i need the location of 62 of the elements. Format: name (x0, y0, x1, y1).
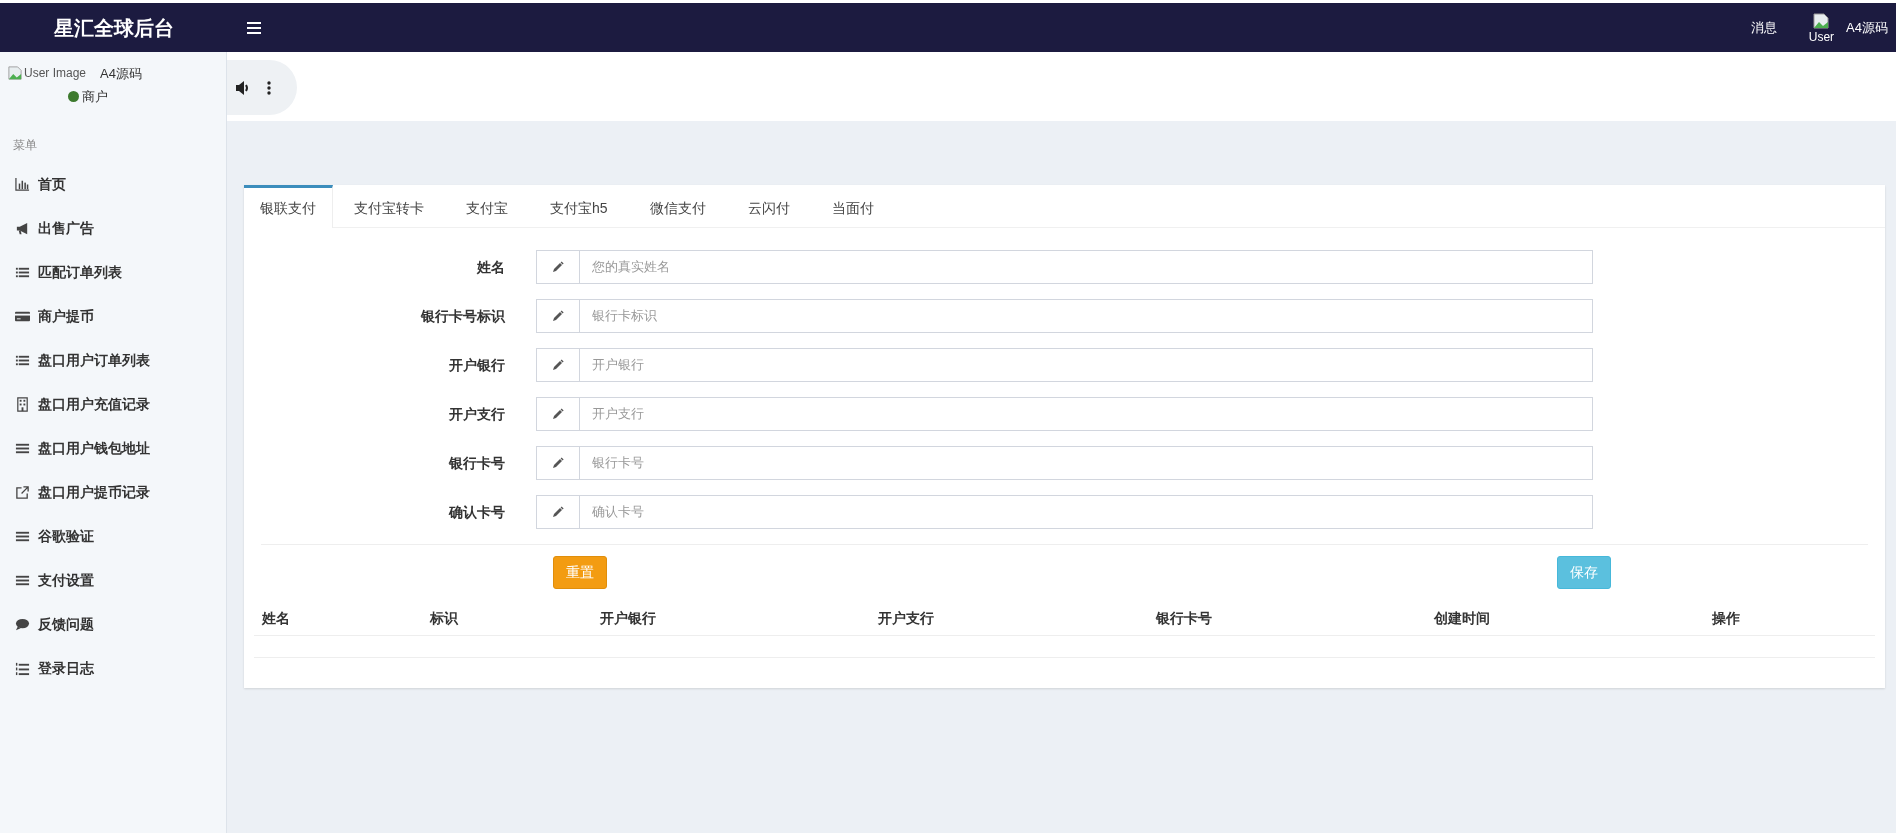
field-label: 确认卡号 (447, 502, 506, 522)
brand-logo[interactable]: 星汇全球后台 (53, 12, 174, 43)
text-input-field[interactable]: 开户支行 (580, 397, 1593, 431)
tab[interactable]: 银联支付 (244, 185, 333, 228)
bar-chart-icon (15, 176, 30, 192)
sidebar-item[interactable]: 谷歌验证 (0, 514, 226, 558)
column-header: 开户银行 (600, 608, 657, 628)
sidebar-item[interactable]: 盘口用户充值记录 (0, 382, 226, 426)
sidebar-item[interactable]: 出售广告 (0, 206, 226, 250)
field-label: 姓名 (476, 257, 506, 277)
column-header: 银行卡号 (1156, 608, 1213, 628)
numbered-list-icon (15, 660, 30, 676)
megaphone-icon (15, 220, 30, 236)
text-input-field[interactable]: 确认卡号 (580, 495, 1593, 529)
column-header: 开户支行 (878, 608, 935, 628)
column-header: 姓名 (262, 608, 291, 628)
menu-header: 菜单 (13, 138, 37, 152)
tab[interactable]: 支付宝 (445, 185, 529, 228)
messages-link[interactable]: 消息 (1750, 17, 1777, 38)
sidebar-item[interactable]: 匹配订单列表 (0, 250, 226, 294)
pencil-icon (552, 310, 564, 322)
external-link-icon (15, 484, 30, 500)
broken-image-icon (8, 66, 22, 80)
more-options-icon[interactable] (267, 80, 271, 95)
user-name[interactable]: A4源码 (1846, 17, 1888, 38)
pencil-icon (552, 457, 564, 469)
user-image-alt-text: User (1808, 30, 1835, 43)
pencil-icon (552, 506, 564, 518)
field-label: 开户银行 (448, 355, 506, 375)
column-header: 操作 (1712, 608, 1741, 628)
pencil-icon (552, 261, 564, 273)
field-label: 银行卡号 (447, 453, 506, 473)
user-name: A4源码 (100, 65, 142, 83)
sidebar-item[interactable]: 商户提币 (0, 294, 226, 338)
broken-image-icon (1813, 12, 1830, 29)
tab[interactable]: 支付宝h5 (529, 185, 629, 228)
sidebar-item[interactable]: 盘口用户钱包地址 (0, 426, 226, 470)
column-header: 标识 (430, 608, 459, 628)
building-icon (15, 396, 30, 412)
pencil-icon (552, 359, 564, 371)
sidebar-item[interactable]: 盘口用户订单列表 (0, 338, 226, 382)
status-label: 商户 (82, 88, 108, 106)
sidebar-item[interactable]: 首页 (0, 162, 226, 206)
user-image-alt-text: User Image (24, 65, 87, 82)
volume-icon[interactable] (235, 80, 251, 95)
pencil-icon (552, 408, 564, 420)
sidebar-item[interactable]: 盘口用户提币记录 (0, 470, 226, 514)
field-label: 开户支行 (448, 404, 506, 424)
tab[interactable]: 微信支付 (628, 185, 727, 228)
text-input-field[interactable]: 开户银行 (580, 348, 1593, 382)
text-input-field[interactable]: 银行卡标识 (580, 299, 1593, 333)
field-label: 银行卡号标识 (419, 306, 506, 326)
sidebar-item[interactable]: 支付设置 (0, 558, 226, 602)
tab[interactable]: 云闪付 (726, 185, 811, 228)
sidebar-item[interactable]: 登录日志 (0, 646, 226, 690)
text-input-field[interactable]: 银行卡号 (580, 446, 1593, 480)
speech-bubble-icon (15, 616, 30, 632)
sidebar-item[interactable]: 反馈问题 (0, 602, 226, 646)
text-input-field[interactable]: 您的真实姓名 (580, 250, 1593, 284)
tab[interactable]: 支付宝转卡 (333, 185, 445, 228)
column-header: 创建时间 (1434, 608, 1491, 628)
tab[interactable]: 当面付 (810, 185, 895, 228)
